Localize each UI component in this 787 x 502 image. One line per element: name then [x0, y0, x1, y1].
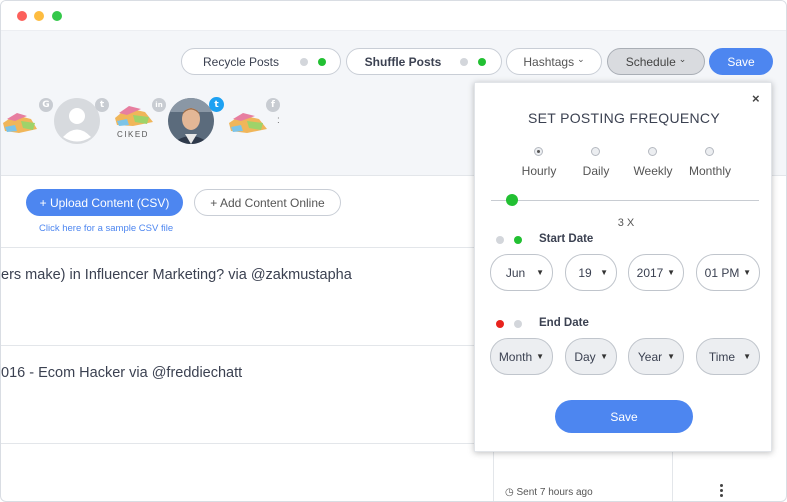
twitter-icon: t — [95, 98, 109, 112]
start-day-select[interactable]: 19 ▼ — [565, 254, 617, 291]
status-off-dot — [496, 236, 504, 244]
twitter-icon: t — [209, 97, 224, 112]
save-button[interactable]: Save — [709, 48, 773, 75]
status-off-dot — [514, 320, 522, 328]
frequency-slider-track[interactable] — [491, 200, 759, 201]
default-avatar-icon — [54, 98, 100, 144]
close-window-button[interactable] — [17, 11, 27, 21]
end-date-label: End Date — [539, 317, 589, 329]
account-avatar-twitter-1[interactable] — [54, 98, 100, 144]
profile-photo-icon — [168, 98, 214, 144]
more-accounts-indicator: : — [277, 115, 280, 126]
radio-monthly[interactable] — [705, 147, 714, 156]
shuffle-posts-label: Shuffle Posts — [364, 54, 442, 69]
status-on-dot — [496, 320, 504, 328]
caret-down-icon: ▼ — [536, 352, 544, 361]
frequency-value: 3 X — [617, 217, 635, 229]
clock-icon: ◷ — [505, 487, 514, 498]
start-month-select[interactable]: Jun ▼ — [490, 254, 553, 291]
radio-weekly[interactable] — [648, 147, 657, 156]
brand-logo-icon — [115, 106, 153, 126]
post-title[interactable]: 016 - Ecom Hacker via @freddiechatt — [1, 365, 242, 381]
start-year-select[interactable]: 2017 ▼ — [628, 254, 684, 291]
app-window: Recycle Posts Shuffle Posts Hashtags ⌄ S… — [0, 0, 787, 502]
chevron-down-icon: ⌄ — [577, 54, 585, 64]
sent-time-label: Sent 7 hours ago — [516, 487, 593, 498]
account-avatar-facebook[interactable] — [227, 101, 271, 141]
post-title[interactable]: ers make) in Influencer Marketing? via @… — [1, 267, 352, 283]
shuffle-posts-toggle[interactable]: Shuffle Posts — [346, 48, 502, 75]
add-content-online-button[interactable]: + Add Content Online — [194, 189, 341, 216]
save-frequency-button[interactable]: Save — [555, 400, 693, 433]
toggle-off-dot — [460, 58, 468, 66]
radio-label-monthly: Monthly — [688, 164, 732, 178]
schedule-label: Schedule — [625, 54, 676, 69]
radio-label-hourly: Hourly — [521, 164, 557, 178]
row-divider — [1, 247, 493, 248]
chevron-down-icon: ⌄ — [678, 54, 687, 64]
end-month-select[interactable]: Month ▼ — [490, 338, 553, 375]
caret-down-icon: ▼ — [743, 268, 751, 277]
account-avatar-twitter-2[interactable] — [168, 98, 214, 144]
close-icon[interactable]: × — [752, 91, 760, 106]
google-icon: G — [39, 98, 53, 112]
status-on-dot — [514, 236, 522, 244]
schedule-button[interactable]: Schedule ⌄ — [607, 48, 705, 75]
column-divider — [672, 446, 673, 501]
linkedin-icon: in — [152, 98, 166, 112]
radio-hourly[interactable] — [534, 147, 543, 156]
recycle-posts-label: Recycle Posts — [202, 54, 280, 69]
brand-logo-icon — [3, 113, 37, 133]
radio-daily[interactable] — [591, 147, 600, 156]
end-day-select[interactable]: Day ▼ — [565, 338, 617, 375]
radio-label-daily: Daily — [582, 164, 610, 178]
title-bar — [1, 1, 786, 31]
caret-down-icon: ▼ — [600, 268, 608, 277]
row-divider — [1, 345, 493, 346]
sent-status: ◷ Sent 7 hours ago — [505, 487, 593, 498]
caret-down-icon: ▼ — [667, 352, 675, 361]
sample-csv-link[interactable]: Click here for a sample CSV file — [39, 223, 173, 234]
facebook-icon: f — [266, 98, 280, 112]
caret-down-icon: ▼ — [743, 352, 751, 361]
caret-down-icon: ▼ — [600, 352, 608, 361]
brand-logo-text: CIKED — [117, 130, 149, 139]
toggle-off-dot — [300, 58, 308, 66]
frequency-slider-handle[interactable] — [506, 194, 518, 206]
save-label: Save — [727, 54, 755, 69]
minimize-window-button[interactable] — [34, 11, 44, 21]
end-year-select[interactable]: Year ▼ — [628, 338, 684, 375]
brand-logo-icon — [229, 113, 267, 133]
radio-label-weekly: Weekly — [633, 164, 673, 178]
start-time-select[interactable]: 01 PM ▼ — [696, 254, 760, 291]
more-options-icon[interactable] — [720, 484, 724, 499]
account-avatar-google[interactable] — [1, 101, 41, 141]
row-divider — [1, 443, 493, 444]
hashtags-button[interactable]: Hashtags ⌄ — [506, 48, 602, 75]
start-date-label: Start Date — [539, 233, 594, 245]
caret-down-icon: ▼ — [536, 268, 544, 277]
caret-down-icon: ▼ — [667, 268, 675, 277]
toggle-on-dot — [478, 58, 486, 66]
recycle-posts-toggle[interactable]: Recycle Posts — [181, 48, 341, 75]
popup-title: SET POSTING FREQUENCY — [528, 110, 720, 126]
posting-frequency-popup: × SET POSTING FREQUENCY Hourly Daily Wee… — [474, 82, 772, 452]
upload-csv-button[interactable]: + Upload Content (CSV) — [26, 189, 183, 216]
end-time-select[interactable]: Time ▼ — [696, 338, 760, 375]
hashtags-label: Hashtags — [523, 54, 575, 69]
toggle-on-dot — [318, 58, 326, 66]
maximize-window-button[interactable] — [52, 11, 62, 21]
